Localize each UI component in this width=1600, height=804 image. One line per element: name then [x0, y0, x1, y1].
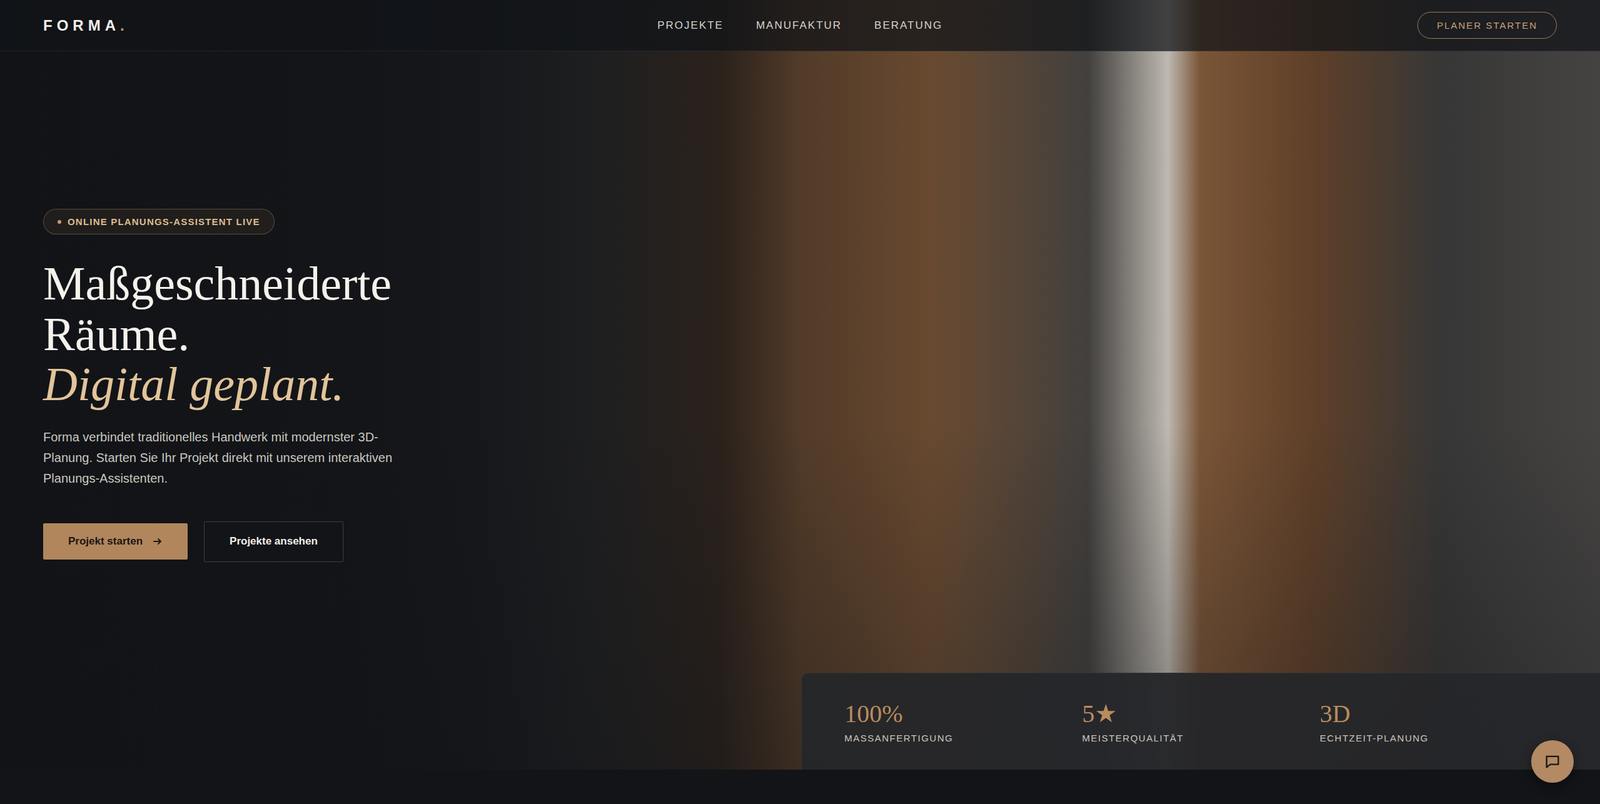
stat: 5★ MEISTERQUALITÄT — [1082, 700, 1320, 744]
nav-links: PROJEKTE MANUFAKTUR BERATUNG — [657, 19, 943, 32]
nav-bar: FORMA.PROJEKTEMANUFAKTURBERATUNGPLANER S… — [0, 0, 1600, 52]
chat-button[interactable] — [1531, 740, 1574, 784]
primary-button[interactable]: Projekt starten — [43, 523, 188, 560]
hero-text: Forma verbindet traditionelles Handwerk … — [43, 427, 413, 490]
stat: 100% MASSANFERTIGUNG — [844, 700, 1083, 744]
live-dot-icon — [57, 220, 62, 224]
arrow-right-icon — [152, 536, 163, 547]
nav-link[interactable]: MANUFAKTUR — [756, 19, 842, 32]
headline-accent: Digital geplant. — [43, 359, 392, 410]
status-badge: ONLINE PLANUNGS-ASSISTENT LIVE — [43, 208, 275, 235]
nav-link[interactable]: PROJEKTE — [657, 19, 724, 32]
stats-card: 100% MASSANFERTIGUNG 5★ MEISTERQUALITÄT 3D EC… — [801, 673, 1600, 770]
hero-content: ONLINE PLANUNGS-ASSISTENT LIVE Maßgeschne… — [0, 51, 1600, 770]
stat-value: 5★ — [1082, 700, 1320, 729]
logo-text: FORMA — [43, 16, 121, 34]
nav-link[interactable]: BERATUNG — [874, 19, 943, 32]
chat-icon — [1543, 753, 1562, 771]
logo[interactable]: FORMA. — [43, 16, 658, 35]
logo-mark: . — [120, 16, 129, 34]
planner-button[interactable]: PLANER STARTEN — [1417, 11, 1557, 39]
headline: MaßgeschneiderteRäume.Digital geplant. — [43, 258, 392, 410]
stat-label: MASSANFERTIGUNG — [844, 733, 1083, 744]
stat-label: MEISTERQUALITÄT — [1082, 733, 1320, 744]
bottom-strip — [0, 769, 1600, 804]
stat-value: 3D — [1319, 700, 1558, 729]
hero: FORMA.PROJEKTEMANUFAKTURBERATUNGPLANER S… — [0, 0, 1600, 770]
hero-actions: Projekt starten Projekte ansehen — [43, 521, 344, 563]
secondary-button[interactable]: Projekte ansehen — [203, 521, 344, 563]
stat-value: 100% — [844, 700, 1083, 729]
page: FORMA.PROJEKTEMANUFAKTURBERATUNGPLANER S… — [0, 0, 1600, 804]
stat: 3D ECHTZEIT-PLANUNG — [1319, 700, 1558, 744]
stat-label: ECHTZEIT-PLANUNG — [1319, 733, 1558, 744]
